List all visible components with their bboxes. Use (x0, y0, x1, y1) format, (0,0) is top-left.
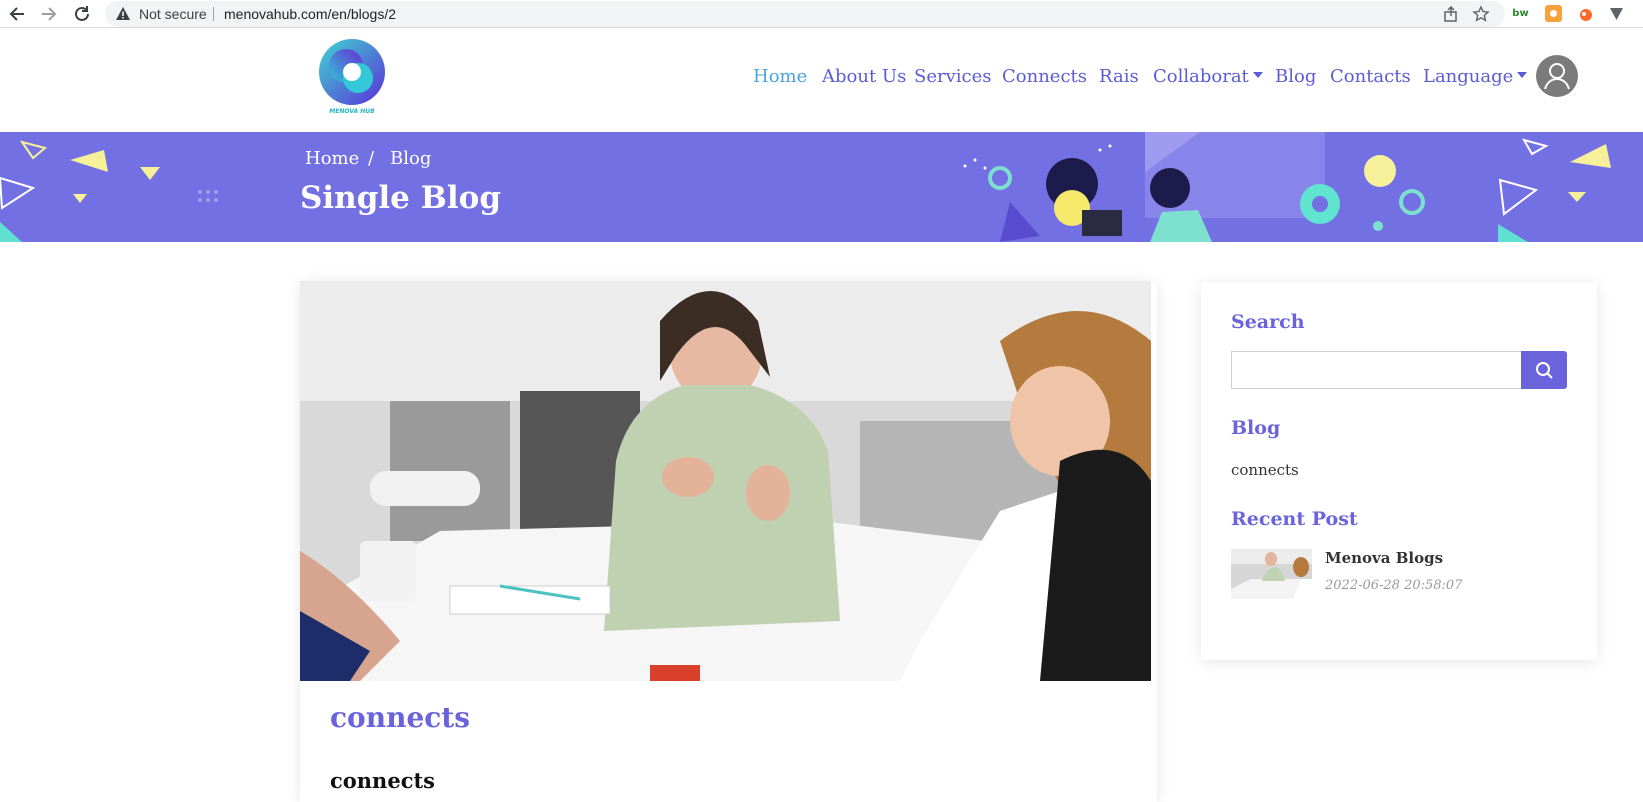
article-title: connects (330, 701, 470, 734)
browser-toolbar: Not secure menovahub.com/en/blogs/2 bw (0, 0, 1643, 28)
extension-v-icon[interactable] (1608, 5, 1625, 22)
recent-post-thumbnail[interactable] (1231, 549, 1312, 599)
page-title: Single Blog (300, 180, 502, 216)
recent-post-date: 2022-06-28 20:58:07 (1325, 578, 1463, 593)
extension-fire-icon[interactable] (1577, 5, 1594, 22)
security-label[interactable]: Not secure (139, 6, 207, 22)
recent-post-heading: Recent Post (1231, 508, 1358, 530)
search-button[interactable] (1521, 351, 1567, 389)
blog-heading: Blog (1231, 417, 1281, 439)
search-input[interactable] (1231, 351, 1522, 389)
back-arrow-icon[interactable] (6, 3, 28, 25)
recent-post-title[interactable]: Menova Blogs (1325, 549, 1443, 567)
extension-bw-icon[interactable]: bw (1512, 5, 1529, 22)
nav-language-label: Language (1423, 66, 1514, 87)
caret-down-icon (1252, 72, 1263, 78)
nav-connects[interactable]: Connects (1002, 66, 1087, 87)
breadcrumb-separator: / (368, 148, 375, 169)
nav-blog[interactable]: Blog (1275, 66, 1316, 87)
star-icon[interactable] (1472, 5, 1490, 27)
nav-services[interactable]: Services (914, 66, 991, 87)
logo-text: MENOVA HUB (329, 108, 375, 115)
user-avatar-icon[interactable] (1536, 55, 1578, 97)
extension-orange-icon[interactable] (1545, 5, 1562, 22)
nav-collaborat-label: Collaborat (1153, 66, 1249, 87)
nav-contacts[interactable]: Contacts (1330, 66, 1411, 87)
article-hero-image (300, 281, 1151, 681)
blog-category-link[interactable]: connects (1231, 461, 1299, 479)
breadcrumb-home[interactable]: Home (305, 148, 359, 169)
caret-down-icon (1517, 72, 1528, 78)
nav-language-dropdown[interactable]: Language (1423, 66, 1528, 87)
share-icon[interactable] (1442, 5, 1460, 27)
breadcrumb-blog[interactable]: Blog (390, 148, 431, 169)
address-bar[interactable]: Not secure menovahub.com/en/blogs/2 (105, 1, 1505, 27)
nav-about-us[interactable]: About Us (822, 66, 906, 87)
divider (213, 7, 214, 21)
warning-icon[interactable] (115, 6, 131, 22)
url-text[interactable]: menovahub.com/en/blogs/2 (224, 6, 396, 22)
page-banner: Home / Blog Single Blog (0, 132, 1643, 242)
blog-sidebar: Search Blog connects Recent Post Menova … (1201, 282, 1597, 660)
nav-rais[interactable]: Rais (1099, 66, 1139, 87)
banner-decoration (0, 132, 1611, 242)
search-icon (1536, 362, 1553, 379)
menova-hub-logo[interactable]: MENOVA HUB (312, 36, 392, 120)
blog-article-card: connects connects (300, 281, 1157, 802)
article-subtitle: connects (330, 768, 435, 793)
forward-arrow-icon[interactable] (38, 3, 60, 25)
nav-collaborat-dropdown[interactable]: Collaborat (1153, 66, 1263, 87)
search-heading: Search (1231, 311, 1305, 333)
nav-home[interactable]: Home (753, 66, 807, 87)
reload-icon[interactable] (71, 3, 93, 25)
